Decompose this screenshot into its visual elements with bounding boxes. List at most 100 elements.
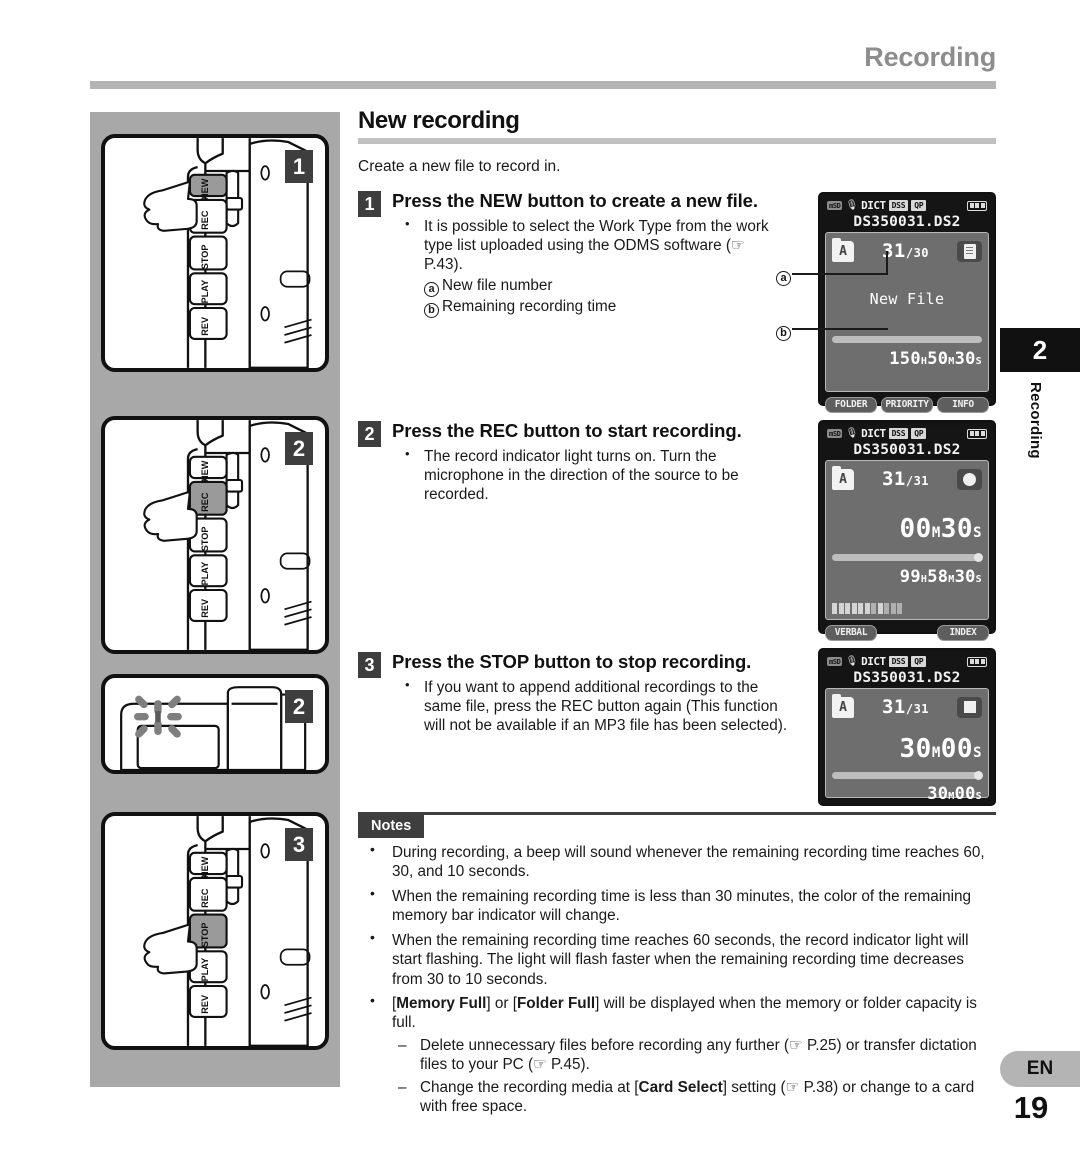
note-item-2: When the remaining recording time is les… [358,885,996,926]
svg-text:REV: REV [200,994,210,1014]
section-rule [358,138,996,145]
new-file-icon [957,240,982,262]
chapter-tab-number: 2 [1000,328,1080,372]
hand-pointer-icon [143,923,198,975]
lcd-2-file-number: 31/31 [881,468,930,490]
svg-text:STOP: STOP [200,922,210,947]
lcd-2-level-meter [832,603,982,614]
button-label-stop: STOP [200,244,210,269]
main-content: New recording Create a new file to recor… [358,107,996,806]
svg-text:REC: REC [200,492,210,512]
hand-pointer-icon [143,180,198,232]
illustration-step-3: 3 NEW REC STOP PLAY REV [101,812,329,1050]
lcd-3-top-row: A 31/31 [832,693,982,720]
button-label-new: NEW [200,178,210,200]
microsd-icon: mSD [827,429,843,438]
callout-a-leader-vert [886,251,888,275]
quality-badge-qp: QP [911,200,927,211]
softkey-info[interactable]: INFO [937,397,989,413]
callout-a-label: a New file number [402,276,778,297]
language-badge: EN [1000,1051,1080,1087]
softkey-priority[interactable]: PRIORITY [881,397,933,413]
lcd-screen-recording: mSD 🎙 DICT DSS QP DS350031.DS2 A 31/31 0… [818,420,996,641]
lcd-3-filename: DS350031.DS2 [853,670,961,686]
lcd-3-elapsed-time: 30M00S [899,734,982,764]
note-item-memory-full: [Memory Full] or [Folder Full] will be d… [358,992,996,1033]
illustration-badge-3: 2 [285,690,313,723]
battery-icon [967,656,987,667]
mic-icon: 🎙 [845,427,859,439]
softkey-index[interactable]: INDEX [937,625,989,641]
step-1-number: 1 [358,191,381,217]
callout-b-bubble: b [776,321,794,341]
format-badge-dss: DSS [888,428,909,439]
step-3-bullets: If you want to append additional recordi… [392,677,788,736]
lcd-3-remaining-time: 30M00S [927,784,982,804]
running-head-title: Recording [864,42,996,72]
step-2-bullets: The record indicator light turns on. Tur… [392,446,788,505]
illustration-step-1: 1 NEW REC STOP PLAY REV [101,134,329,372]
dict-mode-label: DICT [861,199,886,212]
dict-mode-label: DICT [861,655,886,668]
svg-text:PLAY: PLAY [200,958,210,982]
svg-text:NEW: NEW [200,856,210,878]
dict-mode-label: DICT [861,427,886,440]
record-icon [957,468,982,490]
lcd-3-body: A 31/31 30M00S 30M00S [825,688,989,804]
illustration-badge-4: 3 [285,828,313,861]
step-1-heading: Press the NEW button to create a new fil… [392,190,758,211]
softkey-verbal[interactable]: VERBAL [825,625,877,641]
running-head-rule [90,81,996,89]
lcd-1-filename: DS350031.DS2 [853,214,961,230]
step-3-bullet-1: If you want to append additional recordi… [402,677,788,736]
lcd-2-filename: DS350031.DS2 [853,442,961,458]
lcd-2-status-bar: mSD 🎙 DICT DSS QP [825,426,989,441]
button-label-play: PLAY [200,280,210,304]
quality-badge-qp: QP [911,428,927,439]
button-label-rev: REV [200,316,210,336]
step-1-bullets: It is possible to select the Work Type f… [392,216,778,318]
svg-text:PLAY: PLAY [200,562,210,586]
lcd-3-status-bar: mSD 🎙 DICT DSS QP [825,654,989,669]
manual-page: Recording 1 NEW REC STOP PLAY REV 2 NEW … [0,0,1080,1157]
step-1-bullet-1: It is possible to select the Work Type f… [402,216,778,275]
button-label-rec: REC [200,210,210,230]
microsd-icon: mSD [827,201,843,210]
quality-badge-qp: QP [911,656,927,667]
lcd-1-status-bar: mSD 🎙 DICT DSS QP [825,198,989,213]
notes-section: Notes During recording, a beep will soun… [358,812,996,1116]
lcd-3-memory-bar [832,771,983,780]
illustration-column: 1 NEW REC STOP PLAY REV 2 NEW REC STOP P… [90,112,340,1087]
illustration-badge-1: 1 [285,150,313,183]
illustration-badge-2: 2 [285,432,313,465]
lcd-1-file-number: 31/30 [881,240,930,262]
svg-text:REV: REV [200,598,210,618]
section-lead: Create a new file to record in. [358,158,561,176]
callout-a-leader [792,273,888,275]
lcd-2-elapsed-time: 00M30S [899,514,982,544]
notes-label: Notes [358,815,425,838]
lcd-2-memory-bar [832,553,983,562]
battery-icon [967,428,987,439]
lcd-3-file-number: 31/31 [881,696,930,718]
lcd-1-body: A 31/30 New File 150H50M30S [825,232,989,392]
svg-text:REC: REC [200,888,210,908]
lcd-1-center-text: New File [869,290,945,308]
illustration-step-2: 2 NEW REC STOP PLAY REV [101,416,329,654]
callout-b-leader [792,328,888,330]
stop-icon [957,696,982,718]
step-3-heading: Press the STOP button to stop recording. [392,651,752,672]
note-item-1: During recording, a beep will sound when… [358,841,996,882]
step-2-heading: Press the REC button to start recording. [392,420,742,441]
memory-bar-knob [974,553,983,562]
step-2: 2 Press the REC button to start recordin… [358,420,788,506]
running-head: Recording [90,44,996,71]
lcd-2-top-row: A 31/31 [832,465,982,492]
softkey-folder[interactable]: FOLDER [825,397,877,413]
svg-text:NEW: NEW [200,460,210,482]
lcd-1-memory-bar [832,336,982,343]
softkey-blank [881,625,933,641]
lcd-1-top-row: A 31/30 [832,237,982,264]
mic-icon: 🎙 [845,199,859,211]
lcd-2-softkeys: VERBAL INDEX [825,625,989,641]
